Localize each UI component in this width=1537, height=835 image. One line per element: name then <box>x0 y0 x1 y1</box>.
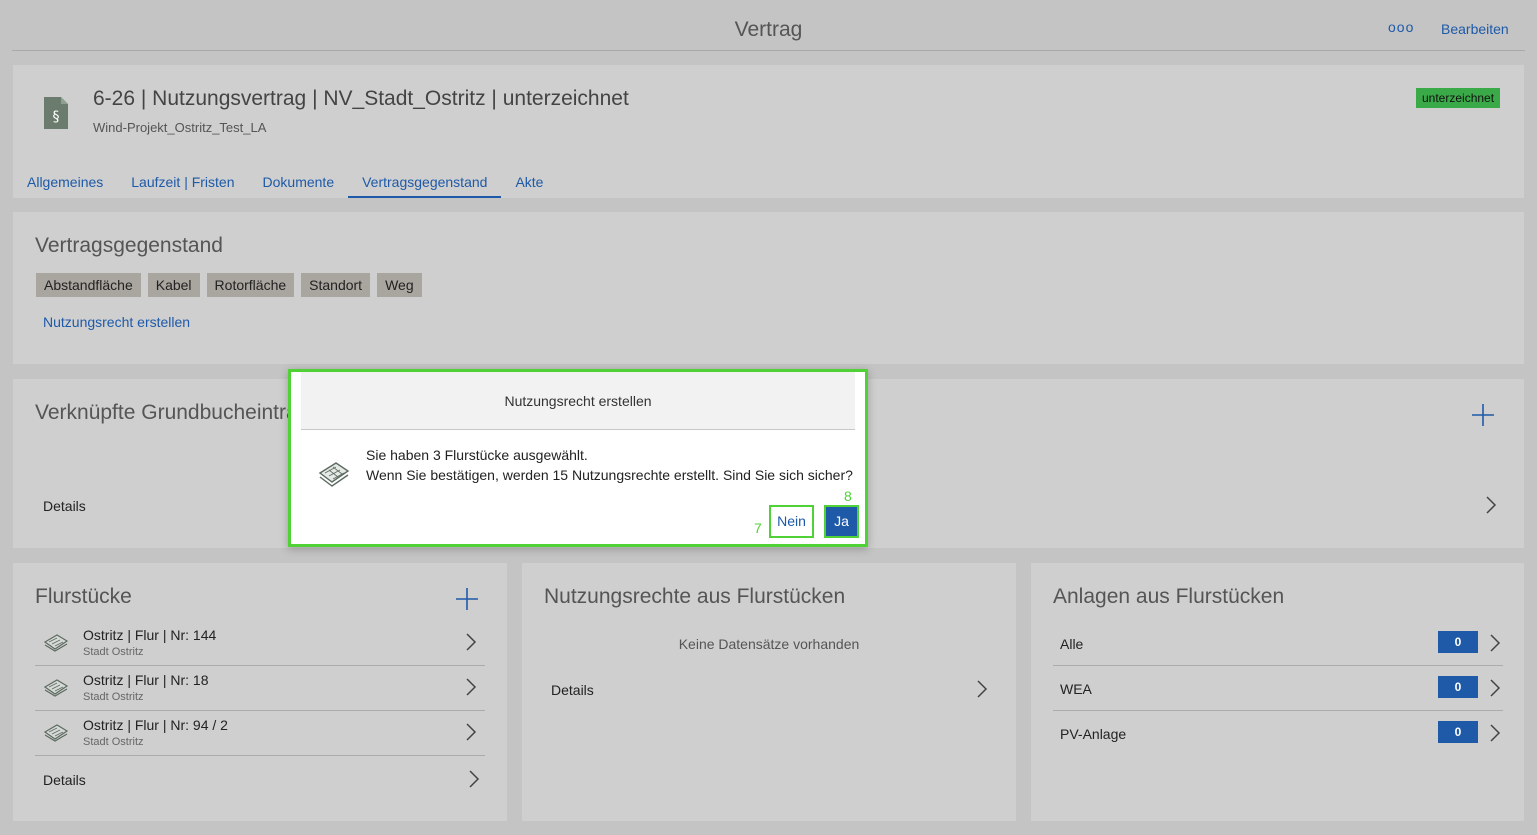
section-title: Flurstücke <box>35 585 132 608</box>
tab-allgemeines[interactable]: Allgemeines <box>13 166 117 198</box>
dialog-title: Nutzungsrecht erstellen <box>301 372 855 430</box>
tab-vertragsgegenstand[interactable]: Vertragsgegenstand <box>348 166 502 198</box>
section-title: Nutzungsrechte aus Flurstücken <box>544 585 846 608</box>
top-bar: Vertrag ooo Bearbeiten <box>12 0 1525 51</box>
count-badge: 0 <box>1438 721 1478 743</box>
edit-button[interactable]: Bearbeiten <box>1441 21 1509 37</box>
contract-document-icon: § <box>44 97 68 129</box>
parcel-icon <box>43 724 69 742</box>
parcel-title: Ostritz | Flur | Nr: 94 / 2 <box>83 717 228 733</box>
parcel-title: Ostritz | Flur | Nr: 18 <box>83 672 209 688</box>
list-item[interactable]: Ostritz | Flur | Nr: 18 Stadt Ostritz <box>35 666 485 711</box>
status-badge: unterzeichnet <box>1416 88 1501 108</box>
chevron-right-icon[interactable] <box>465 723 477 741</box>
chevron-right-icon[interactable] <box>1489 679 1501 697</box>
page-title: Vertrag <box>734 18 803 41</box>
chevron-right-icon[interactable] <box>1489 634 1501 652</box>
no-button[interactable]: Nein <box>769 505 814 538</box>
chevron-right-icon[interactable] <box>465 678 477 696</box>
confirm-dialog: Nutzungsrecht erstellen Sie haben 3 Flur… <box>288 369 868 547</box>
chip-kabel: Kabel <box>147 273 200 297</box>
annotation-marker-yes: 8 <box>844 488 852 504</box>
annotation-marker-no: 7 <box>754 520 762 536</box>
facility-type-label: WEA <box>1060 681 1092 697</box>
chip-weg: Weg <box>377 273 422 297</box>
more-options-button[interactable]: ooo <box>1388 19 1414 35</box>
section-title: Vertragsgegenstand <box>35 234 223 257</box>
parcel-title: Ostritz | Flur | Nr: 144 <box>83 627 217 643</box>
add-icon[interactable] <box>455 587 479 611</box>
empty-state-text: Keine Datensätze vorhanden <box>678 636 860 652</box>
parcel-icon <box>318 462 350 487</box>
chip-abstandflaeche: Abstandfläche <box>36 273 141 297</box>
section-title: Anlagen aus Flurstücken <box>1053 585 1285 608</box>
tab-laufzeit-fristen[interactable]: Laufzeit | Fristen <box>117 166 248 198</box>
chevron-right-icon[interactable] <box>465 633 477 651</box>
add-icon[interactable] <box>1471 403 1495 427</box>
tab-dokumente[interactable]: Dokumente <box>249 166 349 198</box>
count-badge: 0 <box>1438 676 1478 698</box>
vertragsgegenstand-panel: Vertragsgegenstand Abstandfläche Kabel R… <box>13 212 1524 364</box>
dialog-message-line1: Sie haben 3 Flurstücke ausgewählt. <box>366 447 588 463</box>
count-badge: 0 <box>1438 631 1478 653</box>
subject-chips: Abstandfläche Kabel Rotorfläche Standort… <box>36 273 429 297</box>
contract-title: 6-26 | Nutzungsvertrag | NV_Stadt_Ostrit… <box>93 87 629 110</box>
parcel-icon <box>43 634 69 652</box>
project-name: Wind-Projekt_Ostritz_Test_LA <box>93 120 267 135</box>
parcel-municipality: Stadt Ostritz <box>83 691 144 703</box>
list-item[interactable]: PV-Anlage 0 <box>1053 711 1503 756</box>
list-item[interactable]: Ostritz | Flur | Nr: 144 Stadt Ostritz <box>35 621 485 666</box>
yes-button[interactable]: Ja <box>824 505 859 538</box>
details-link[interactable]: Details <box>43 772 86 788</box>
flurstuecke-panel: Flurstücke Ostritz | Flur | Nr: 144 Stad… <box>13 563 507 821</box>
svg-text:§: § <box>53 109 60 125</box>
list-item[interactable]: Alle 0 <box>1053 621 1503 666</box>
facility-type-label: PV-Anlage <box>1060 726 1127 742</box>
tab-akte[interactable]: Akte <box>501 166 557 198</box>
contract-header: § 6-26 | Nutzungsvertrag | NV_Stadt_Ostr… <box>13 65 1524 198</box>
list-item[interactable]: Ostritz | Flur | Nr: 94 / 2 Stadt Ostrit… <box>35 711 485 756</box>
dialog-message-line2: Wenn Sie bestätigen, werden 15 Nutzungsr… <box>366 467 853 483</box>
tab-bar: Allgemeines Laufzeit | Fristen Dokumente… <box>13 166 557 198</box>
anlagen-panel: Anlagen aus Flurstücken Alle 0 WEA 0 PV-… <box>1031 563 1524 821</box>
list-item[interactable]: WEA 0 <box>1053 666 1503 711</box>
details-link[interactable]: Details <box>43 498 86 514</box>
parcel-icon <box>43 679 69 697</box>
chevron-right-icon[interactable] <box>468 770 480 788</box>
section-title: Verknüpfte Grundbucheinträ <box>35 401 298 424</box>
nutzungsrechte-panel: Nutzungsrechte aus Flurstücken Keine Dat… <box>522 563 1016 821</box>
create-usage-right-link[interactable]: Nutzungsrecht erstellen <box>43 314 190 330</box>
chevron-right-icon[interactable] <box>1485 496 1497 514</box>
chip-standort: Standort <box>301 273 371 297</box>
facility-type-label: Alle <box>1060 636 1084 652</box>
parcel-municipality: Stadt Ostritz <box>83 736 144 748</box>
chip-rotorflaeche: Rotorfläche <box>206 273 295 297</box>
chevron-right-icon[interactable] <box>976 680 988 698</box>
chevron-right-icon[interactable] <box>1489 724 1501 742</box>
parcel-municipality: Stadt Ostritz <box>83 646 144 658</box>
details-link[interactable]: Details <box>551 682 594 698</box>
